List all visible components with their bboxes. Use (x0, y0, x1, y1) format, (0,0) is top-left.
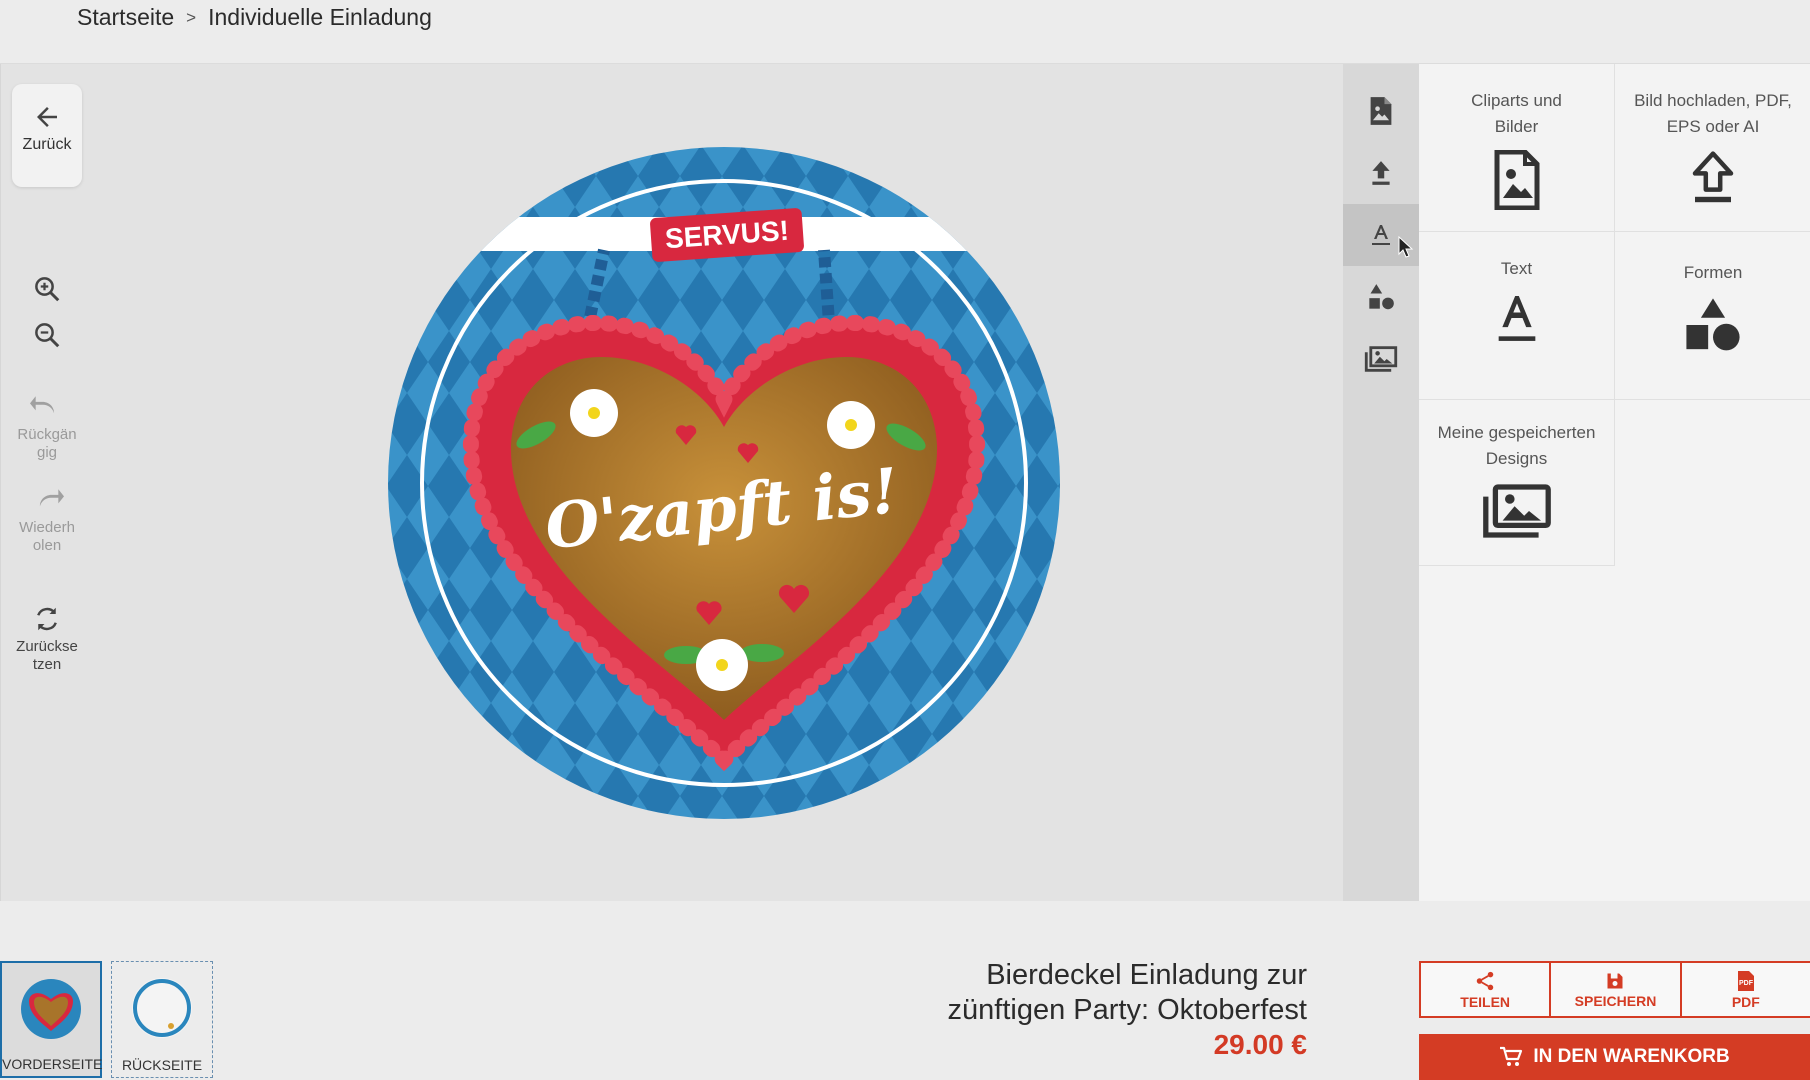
product-price: 29.00 € (1213, 1029, 1307, 1060)
undo-label-line1: Rückgän (17, 426, 77, 443)
product-name-line2: zünftigen Party: Oktoberfest (947, 994, 1307, 1026)
upload-label-line1: Bild hochladen, PDF, (1634, 91, 1792, 110)
redo-button[interactable]: Wiederh olen (12, 489, 82, 555)
text-icon (1372, 225, 1390, 245)
saved-label-line1: Meine gespeicherten (1437, 423, 1596, 442)
product-name-line1: Bierdeckel Einladung zur (986, 959, 1307, 991)
upload-icon (1692, 151, 1734, 203)
upload-icon (1372, 161, 1390, 185)
text-icon (1498, 296, 1535, 341)
gallery-icon (1364, 346, 1398, 372)
page-thumb-back[interactable]: RÜCKSEITE (111, 961, 213, 1078)
save-label: SPEICHERN (1574, 992, 1657, 1009)
image-file-icon (1370, 97, 1392, 125)
redo-icon (39, 489, 64, 507)
tab-shapes[interactable] (1343, 266, 1419, 328)
cliparts-label-line1: Cliparts und (1471, 91, 1562, 110)
product-info: Bierdeckel Einladung zur zünftigen Party… (948, 958, 1307, 1062)
zoom-out-button[interactable] (12, 320, 82, 350)
saved-label-line2: Designs (1485, 449, 1548, 468)
reset-button[interactable]: Zurückse tzen (12, 604, 82, 674)
tab-upload[interactable] (1343, 142, 1419, 204)
back-label: Zurück (22, 136, 72, 153)
shapes-icon (1686, 298, 1740, 351)
panel-tabs (1343, 64, 1419, 901)
action-buttons: TEILEN SPEICHERN PDF PDF (1419, 961, 1810, 1018)
shapes-icon (1369, 284, 1394, 310)
saved-designs-option[interactable]: Meine gespeicherten Designs (1419, 400, 1615, 566)
upload-option[interactable]: Bild hochladen, PDF, EPS oder AI (1615, 64, 1810, 232)
gallery-icon (1482, 484, 1551, 538)
image-file-icon (1494, 150, 1539, 210)
breadcrumb-home[interactable]: Startseite (77, 4, 174, 31)
zoom-in-icon (35, 277, 60, 302)
zoom-in-button[interactable] (12, 274, 82, 304)
breadcrumb-current: Individuelle Einladung (208, 4, 432, 30)
reset-label-line2: tzen (32, 656, 62, 673)
undo-label-line2: gig (36, 444, 58, 461)
text-label: Text (1500, 259, 1533, 278)
breadcrumb: Startseite > Individuelle Einladung (77, 4, 432, 31)
arrow-left-icon (37, 107, 57, 127)
undo-icon (30, 396, 55, 414)
text-option[interactable]: Text (1419, 232, 1615, 400)
top-bar: Startseite > Individuelle Einladung (0, 0, 1810, 64)
zoom-out-icon (35, 323, 60, 348)
shopping-cart-icon (1500, 1046, 1523, 1066)
tab-text[interactable] (1343, 204, 1419, 266)
cliparts-option[interactable]: Cliparts und Bilder (1419, 64, 1615, 232)
front-label: VORDERSEITE (2, 1056, 103, 1072)
tab-saved-designs[interactable] (1343, 328, 1419, 390)
left-toolbar: Zurück Rückgän gig Wiederh olen Zurückse… (0, 64, 94, 901)
tab-cliparts[interactable] (1343, 80, 1419, 142)
front-thumbnail (21, 979, 81, 1039)
cart-label: IN DEN WARENKORB (1533, 1046, 1730, 1067)
page-thumb-front[interactable]: VORDERSEITE (0, 961, 102, 1078)
design-options-panel: Cliparts und Bilder Bild hochladen, PDF,… (1419, 64, 1810, 901)
share-icon (1476, 971, 1494, 990)
floppy-disk-icon (1607, 973, 1623, 988)
reset-icon (37, 607, 57, 631)
design-canvas[interactable]: O'zapft is! SERVUS! (386, 145, 1062, 821)
back-label: RÜCKSEITE (121, 1057, 203, 1073)
share-label: TEILEN (1460, 993, 1511, 1010)
back-thumbnail (132, 978, 192, 1038)
breadcrumb-separator-icon: > (186, 7, 197, 27)
shapes-option[interactable]: Formen (1615, 232, 1810, 400)
undo-button[interactable]: Rückgän gig (12, 396, 82, 462)
add-to-cart-button[interactable]: IN DEN WARENKORB (1419, 1034, 1810, 1080)
reset-label-line1: Zurückse (16, 638, 78, 655)
pdf-label: PDF (1731, 993, 1760, 1010)
cliparts-label-line2: Bilder (1494, 117, 1539, 136)
svg-text:PDF: PDF (1739, 980, 1754, 987)
redo-label-line2: olen (32, 537, 62, 554)
back-button[interactable]: Zurück (12, 84, 82, 187)
pdf-button[interactable]: PDF PDF (1679, 961, 1810, 1018)
pdf-file-icon: PDF (1737, 970, 1754, 991)
shapes-label: Formen (1683, 263, 1743, 282)
mouse-cursor-icon (1398, 236, 1414, 258)
redo-label-line1: Wiederh (19, 519, 75, 536)
share-button[interactable]: TEILEN (1419, 961, 1552, 1018)
upload-label-line2: EPS oder AI (1666, 117, 1760, 136)
save-button[interactable]: SPEICHERN (1549, 961, 1682, 1018)
